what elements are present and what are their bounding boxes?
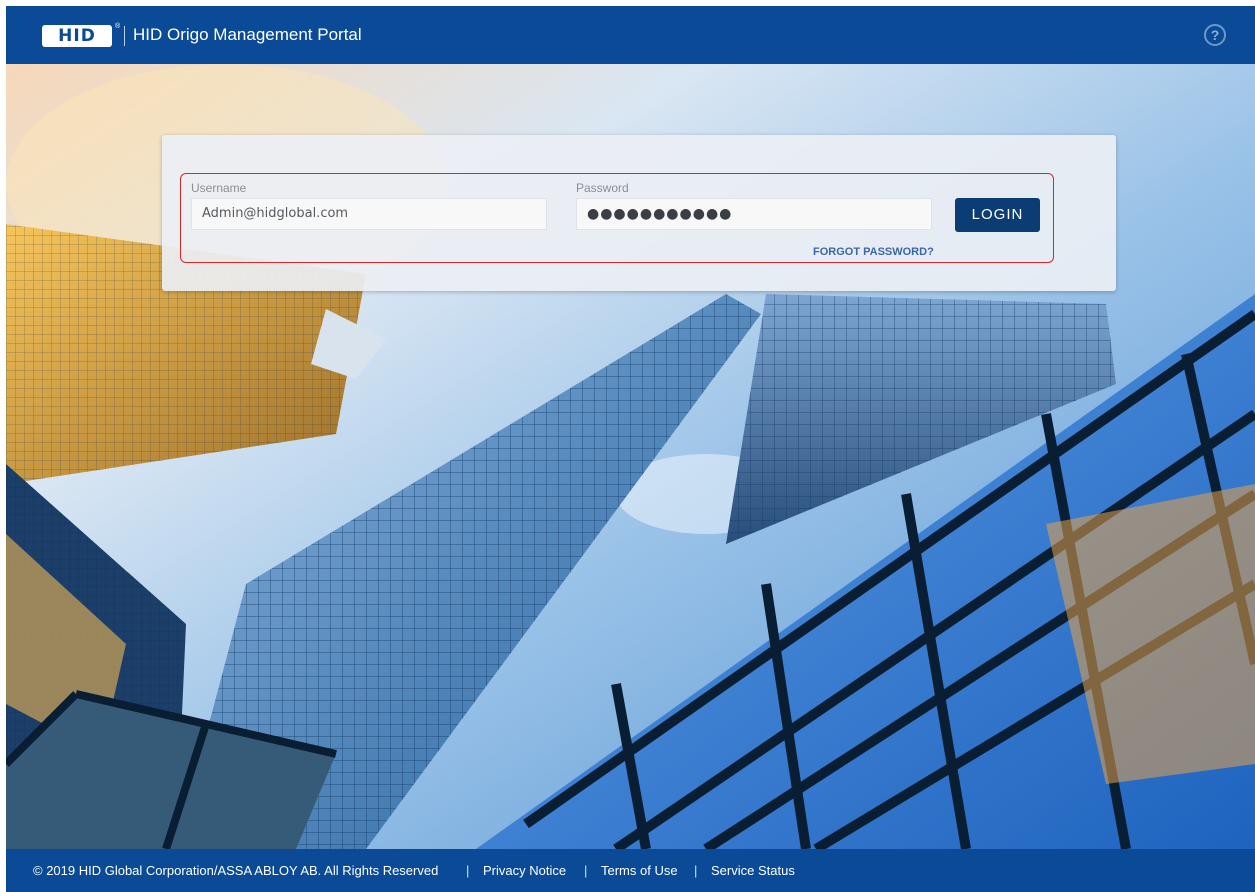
top-header: HID ® HID Origo Management Portal ? xyxy=(6,6,1255,64)
footer-separator: | xyxy=(694,863,698,878)
login-button[interactable]: LOGIN xyxy=(955,198,1040,232)
service-status-link[interactable]: Service Status xyxy=(711,863,795,878)
privacy-notice-link[interactable]: Privacy Notice xyxy=(483,863,566,878)
login-panel: Username Admin@hidglobal.com Password ●●… xyxy=(162,135,1116,291)
hid-logo-text: HID xyxy=(58,26,96,46)
portal-window: HID ® HID Origo Management Portal ? User… xyxy=(6,6,1255,892)
footer-separator: | xyxy=(466,863,470,878)
registered-mark: ® xyxy=(115,23,121,30)
password-input[interactable]: ●●●●●●●●●●● xyxy=(576,198,932,230)
forgot-password-link[interactable]: FORGOT PASSWORD? xyxy=(813,246,934,258)
copyright-text: © 2019 HID Global Corporation/ASSA ABLOY… xyxy=(33,863,439,878)
header-divider xyxy=(124,26,125,46)
footer: © 2019 HID Global Corporation/ASSA ABLOY… xyxy=(6,849,1255,892)
username-input[interactable]: Admin@hidglobal.com xyxy=(191,198,547,230)
hero-background-image: Username Admin@hidglobal.com Password ●●… xyxy=(6,64,1255,849)
footer-separator: | xyxy=(584,863,588,878)
hid-logo[interactable]: HID xyxy=(42,25,112,47)
app-title: HID Origo Management Portal xyxy=(133,25,362,44)
password-label: Password xyxy=(576,181,629,195)
username-label: Username xyxy=(191,181,247,195)
terms-of-use-link[interactable]: Terms of Use xyxy=(601,863,678,878)
help-icon[interactable]: ? xyxy=(1204,24,1226,46)
